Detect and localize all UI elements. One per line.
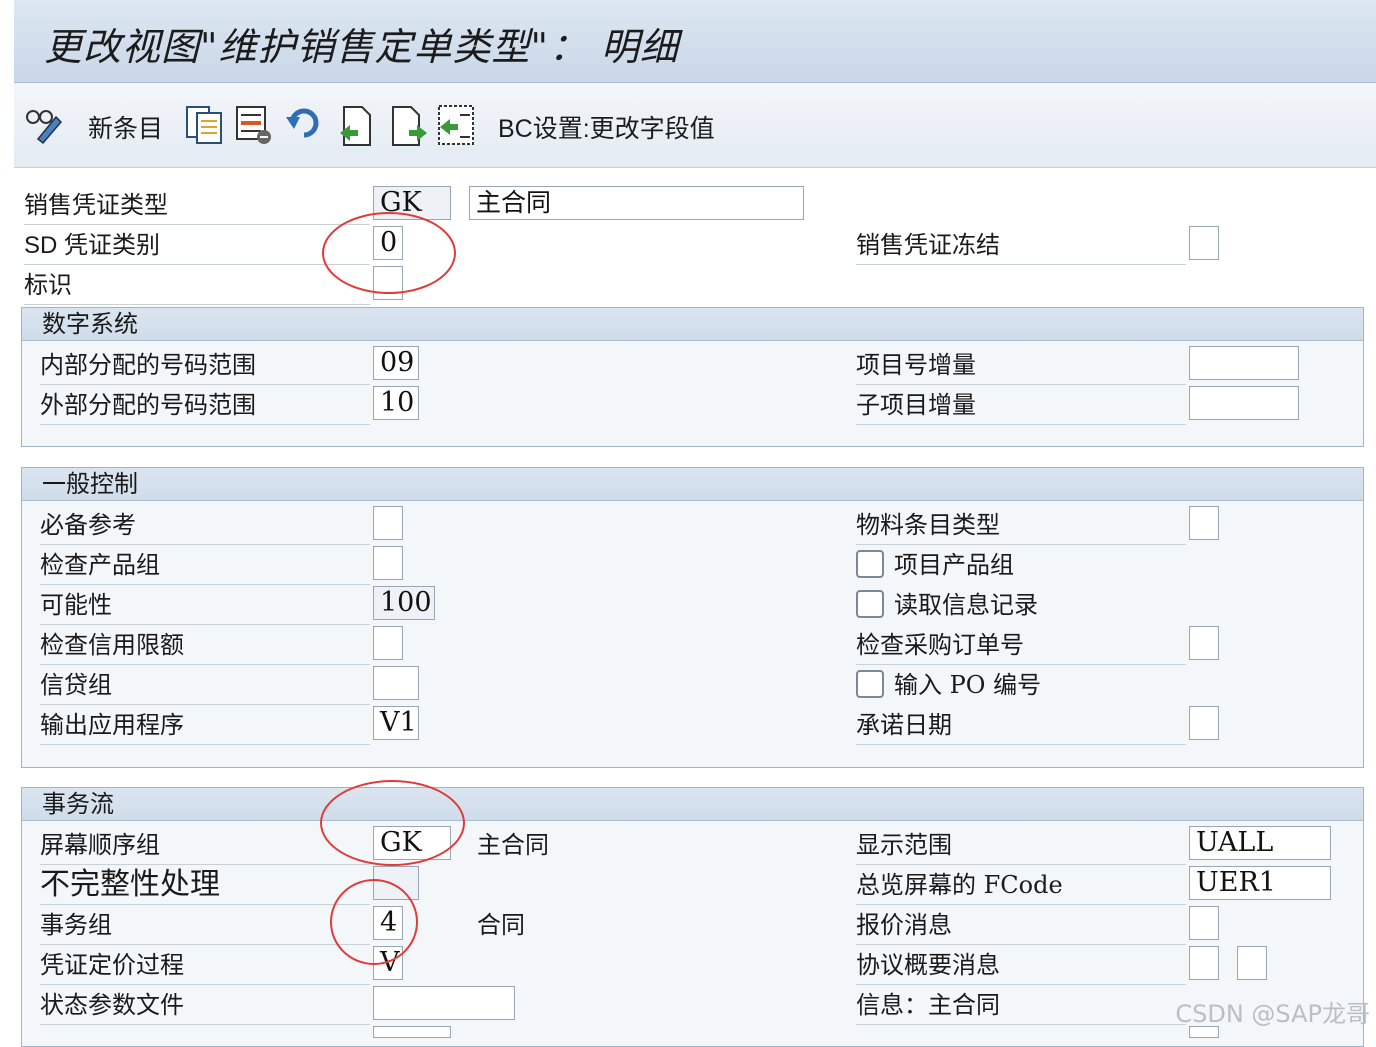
ref-mandatory-label: 必备参考: [40, 506, 370, 545]
read-info-record-checkbox[interactable]: [856, 590, 884, 618]
screen-sequence-description: 主合同: [477, 831, 549, 859]
undo-icon[interactable]: [284, 103, 324, 147]
agreement-message-extra-field[interactable]: [1237, 946, 1267, 980]
check-credit-limit-field[interactable]: [373, 626, 403, 660]
bc-set-button[interactable]: BC设置:更改字段值: [498, 109, 715, 145]
enter-po-number-label-text: 输入 PO 编号: [894, 671, 1042, 699]
output-application-label: 输出应用程序: [40, 706, 370, 745]
transaction-flow-group-header: 事务流: [22, 788, 1363, 821]
incompletion-label: 不完整性处理: [40, 866, 370, 905]
display-change-icon[interactable]: [24, 103, 64, 147]
enter-po-number-checkbox[interactable]: [856, 670, 884, 698]
check-division-label: 检查产品组: [40, 546, 370, 585]
copy-icon[interactable]: [184, 103, 224, 147]
title-bar: 更改视图"维护销售定单类型"： 明细: [14, 0, 1376, 83]
agreement-message-field[interactable]: [1189, 946, 1219, 980]
annotation-circle-transaction-group: [330, 879, 418, 965]
material-entry-type-label: 物料条目类型: [856, 506, 1186, 545]
agreement-message-label: 协议概要消息: [856, 946, 1186, 985]
commitment-date-label: 承诺日期: [856, 706, 1186, 745]
new-entries-button[interactable]: 新条目: [88, 109, 163, 145]
previous-entry-icon[interactable]: [336, 103, 376, 147]
material-entry-type-field[interactable]: [1189, 506, 1219, 540]
credit-group-label: 信贷组: [40, 666, 370, 705]
item-increment-field[interactable]: [1189, 346, 1299, 380]
watermark: CSDN @SAP龙哥: [1175, 1000, 1370, 1028]
display-range-label: 显示范围: [856, 826, 1186, 865]
annotation-circle-screen-sequence: [320, 780, 465, 866]
check-po-number-label: 检查采购订单号: [856, 626, 1186, 665]
item-division-checkbox[interactable]: [856, 550, 884, 578]
window-title: 更改视图"维护销售定单类型"： 明细: [44, 25, 680, 69]
sub-item-increment-label: 子项目增量: [856, 386, 1186, 425]
status-profile-label: 状态参数文件: [40, 986, 370, 1025]
numbering-group-header: 数字系统: [22, 308, 1363, 341]
credit-group-field[interactable]: [373, 666, 419, 700]
external-range-field[interactable]: 10: [373, 386, 419, 420]
general-control-group-title: 一般控制: [42, 470, 138, 498]
sd-category-label: SD 凭证类别: [24, 226, 370, 265]
doc-type-label: 销售凭证类型: [24, 186, 370, 225]
probability-field[interactable]: 100: [373, 586, 435, 620]
transaction-group-label: 事务组: [40, 906, 370, 945]
output-application-field[interactable]: V1: [373, 706, 419, 740]
annotation-circle-sd-category: [322, 212, 456, 294]
sd-category-label-text: SD 凭证类别: [24, 232, 161, 259]
status-profile-field[interactable]: [373, 986, 515, 1020]
fcode-label: 总览屏幕的 FCode: [856, 866, 1186, 905]
read-info-record-label: 读取信息记录: [894, 591, 1038, 619]
ref-mandatory-field[interactable]: [373, 506, 403, 540]
quotation-message-label: 报价消息: [856, 906, 1186, 945]
next-entry-icon[interactable]: [389, 103, 429, 147]
screen-sequence-label: 屏幕顺序组: [40, 826, 370, 865]
transaction-group-description: 合同: [477, 911, 525, 939]
indicator-label: 标识: [24, 266, 370, 305]
general-control-group-header: 一般控制: [22, 468, 1363, 501]
sub-item-increment-field[interactable]: [1189, 386, 1299, 420]
numbering-group-title: 数字系统: [42, 310, 138, 338]
internal-range-label: 内部分配的号码范围: [40, 346, 370, 385]
check-credit-limit-label: 检查信用限额: [40, 626, 370, 665]
commitment-date-field[interactable]: [1189, 706, 1219, 740]
probability-label: 可能性: [40, 586, 370, 625]
delete-icon[interactable]: [234, 103, 274, 147]
fcode-field[interactable]: UER1: [1189, 866, 1331, 900]
quotation-message-field[interactable]: [1189, 906, 1219, 940]
transaction-flow-group-title: 事务流: [42, 790, 114, 818]
item-division-label: 项目产品组: [894, 551, 1014, 579]
doc-block-field[interactable]: [1189, 226, 1219, 260]
external-range-label: 外部分配的号码范围: [40, 386, 370, 425]
doc-block-label: 销售凭证冻结: [856, 226, 1186, 265]
next-row-field[interactable]: [373, 1026, 451, 1038]
select-icon[interactable]: [436, 103, 476, 147]
display-range-field[interactable]: UALL: [1189, 826, 1331, 860]
check-division-field[interactable]: [373, 546, 403, 580]
doc-pricing-label: 凭证定价过程: [40, 946, 370, 985]
item-increment-label: 项目号增量: [856, 346, 1186, 385]
doc-type-description: 主合同: [469, 186, 804, 220]
enter-po-number-label: 输入 PO 编号: [894, 666, 1041, 704]
application-toolbar: 新条目 BC设置:更改字段值: [14, 83, 1376, 168]
fcode-label-text: 总览屏幕的 FCode: [856, 871, 1063, 899]
check-po-number-field[interactable]: [1189, 626, 1219, 660]
internal-range-field[interactable]: 09: [373, 346, 419, 380]
info-label: 信息：主合同: [856, 986, 1186, 1025]
